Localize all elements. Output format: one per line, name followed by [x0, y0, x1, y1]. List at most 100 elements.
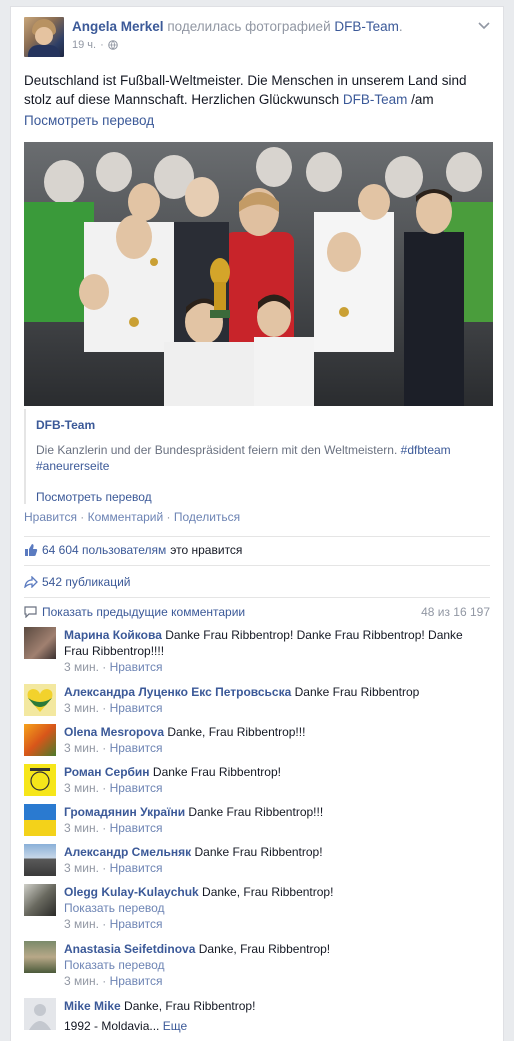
comment-time[interactable]: 3 мин.	[64, 741, 99, 755]
comment-extra-text: 1992 - Moldavia...	[64, 1019, 160, 1033]
see-translation-link[interactable]: Посмотреть перевод	[24, 113, 154, 128]
author-avatar[interactable]	[24, 17, 64, 57]
comment-text: Danke Frau Ribbentrop!	[191, 845, 323, 859]
post-time[interactable]: 19 ч.	[72, 39, 96, 51]
post-header: Angela Merkel поделилась фотографией DFB…	[24, 17, 490, 61]
show-previous-comments[interactable]: Показать предыдущие комментарии	[42, 605, 245, 619]
comments-header: Показать предыдущие комментарии 48 из 16…	[24, 605, 490, 619]
comment-text: Danke Frau Ribbentrop	[291, 685, 420, 699]
like-button[interactable]: Нравится	[24, 510, 77, 524]
action-text: поделилась фотографией	[167, 19, 331, 34]
post-card: Angela Merkel поделилась фотографией DFB…	[10, 6, 504, 1041]
comment-time[interactable]: 3 мин.	[64, 861, 99, 875]
shared-suffix: .	[398, 19, 403, 34]
show-translation-link[interactable]: Показать перевод	[64, 957, 490, 973]
likes-count[interactable]: 64 604 пользователям	[42, 543, 166, 557]
post-text-link[interactable]: DFB-Team	[343, 92, 408, 107]
comment-like-button[interactable]: Нравится	[110, 781, 163, 795]
post-actions: Нравится · Комментарий · Поделиться	[24, 510, 240, 524]
comment-item: Александр Смельняк Danke Frau Ribbentrop…	[24, 844, 490, 880]
commenter-avatar[interactable]	[24, 627, 56, 659]
divider	[24, 565, 490, 566]
comment-text: Danke Frau Ribbentrop!!!	[185, 805, 324, 819]
comment-like-button[interactable]: Нравится	[110, 974, 163, 988]
comment-time[interactable]: 3 мин.	[64, 701, 99, 715]
comment-time[interactable]: 3 мин.	[64, 781, 99, 795]
comment-item: Olegg Kulay-Kulaychuk Danke, Frau Ribben…	[24, 884, 490, 938]
show-translation-link[interactable]: Показать перевод	[64, 900, 490, 916]
comment-author[interactable]: Mike Mike	[64, 999, 121, 1013]
comment-item: Александра Луценко Екс Петровсьска Danke…	[24, 684, 490, 720]
chevron-down-icon[interactable]	[478, 21, 490, 31]
see-more-link[interactable]: Еще	[163, 1019, 187, 1033]
comment-author[interactable]: Olegg Kulay-Kulaychuk	[64, 885, 199, 899]
comment-author[interactable]: Роман Сербин	[64, 765, 150, 779]
comment-time[interactable]: 3 мин.	[64, 974, 99, 988]
commenter-avatar[interactable]	[24, 941, 56, 973]
comment-bubble-icon	[24, 606, 37, 618]
comment-author[interactable]: Громадянин України	[64, 805, 185, 819]
commenter-avatar[interactable]	[24, 998, 56, 1030]
comment-item: Olena Mesropova Danke, Frau Ribbentrop!!…	[24, 724, 490, 760]
comment-like-button[interactable]: Нравится	[110, 701, 163, 715]
attachment-title[interactable]: DFB-Team	[36, 418, 95, 432]
comment-time[interactable]: 3 мин.	[64, 821, 99, 835]
comment-text: Danke, Frau Ribbentrop!	[198, 885, 334, 899]
post-photo[interactable]	[24, 142, 493, 406]
hashtag-dfbteam[interactable]: #dfbteam	[401, 443, 451, 457]
share-arrow-icon	[24, 576, 38, 588]
comment-author[interactable]: Марина Койкова	[64, 628, 162, 642]
comment-button[interactable]: Комментарий	[88, 510, 164, 524]
comment-author[interactable]: Olena Mesropova	[64, 725, 164, 739]
comment-text: Danke, Frau Ribbentrop!	[195, 942, 331, 956]
post-text-tail: /am	[407, 92, 434, 107]
comment-text: Danke Frau Ribbentrop!	[149, 765, 281, 779]
comment-item: Mike Mike Danke, Frau Ribbentrop! 1992 -…	[24, 998, 490, 1038]
post-text: Deutschland ist Fußball-Weltmeister. Die…	[24, 71, 494, 109]
comment-item: Громадянин України Danke Frau Ribbentrop…	[24, 804, 490, 840]
comment-time[interactable]: 3 мин.	[64, 660, 99, 674]
shares-row: 542 публикаций	[24, 572, 490, 592]
comment-author[interactable]: Anastasia Seifetdinova	[64, 942, 195, 956]
commenter-avatar[interactable]	[24, 724, 56, 756]
comment-author[interactable]: Александра Луценко Екс Петровсьска	[64, 685, 291, 699]
comments-counter: 48 из 16 197	[421, 605, 490, 619]
action-separator: ·	[163, 510, 174, 524]
divider	[24, 536, 490, 537]
likes-row: 64 604 пользователям это нравится	[24, 540, 490, 560]
attachment-description-text: Die Kanzlerin und der Bundespräsident fe…	[36, 443, 401, 457]
commenter-avatar[interactable]	[24, 844, 56, 876]
commenter-avatar[interactable]	[24, 884, 56, 916]
author-name[interactable]: Angela Merkel	[72, 19, 164, 34]
comment-time[interactable]: 3 мин.	[64, 917, 99, 931]
comment-author[interactable]: Александр Смельняк	[64, 845, 191, 859]
meta-separator: ·	[100, 39, 104, 51]
post-header-line: Angela Merkel поделилась фотографией DFB…	[72, 19, 403, 34]
hashtag-aneurerseite[interactable]: #aneurerseite	[36, 459, 109, 473]
comment-item: Марина Койкова Danke Frau Ribbentrop! Da…	[24, 627, 490, 677]
shares-count[interactable]: 542 публикаций	[42, 575, 131, 589]
attachment-box: DFB-Team Die Kanzlerin und der Bundesprä…	[24, 409, 493, 504]
comment-like-button[interactable]: Нравится	[110, 741, 163, 755]
team-celebration-photo	[24, 142, 493, 406]
attachment-see-translation[interactable]: Посмотреть перевод	[36, 490, 152, 504]
divider	[24, 597, 490, 598]
action-separator: ·	[76, 510, 88, 524]
comment-item: Роман Сербин Danke Frau Ribbentrop! 3 ми…	[24, 764, 490, 800]
comment-text: Danke, Frau Ribbentrop!!!	[164, 725, 306, 739]
commenter-avatar[interactable]	[24, 684, 56, 716]
globe-icon	[107, 40, 118, 50]
attachment-description: Die Kanzlerin und der Bundespräsident fe…	[36, 442, 476, 474]
shared-from-link[interactable]: DFB-Team	[334, 19, 399, 34]
commenter-avatar[interactable]	[24, 804, 56, 836]
comment-like-button[interactable]: Нравится	[110, 821, 163, 835]
comment-like-button[interactable]: Нравится	[110, 917, 163, 931]
share-button[interactable]: Поделиться	[174, 510, 240, 524]
comment-like-button[interactable]: Нравится	[110, 660, 163, 674]
thumbs-up-icon	[25, 544, 38, 556]
comment-like-button[interactable]: Нравится	[110, 861, 163, 875]
post-meta: 19 ч. ·	[72, 39, 118, 51]
likes-suffix: это нравится	[170, 543, 243, 557]
comment-text: Danke, Frau Ribbentrop!	[120, 999, 256, 1013]
commenter-avatar[interactable]	[24, 764, 56, 796]
